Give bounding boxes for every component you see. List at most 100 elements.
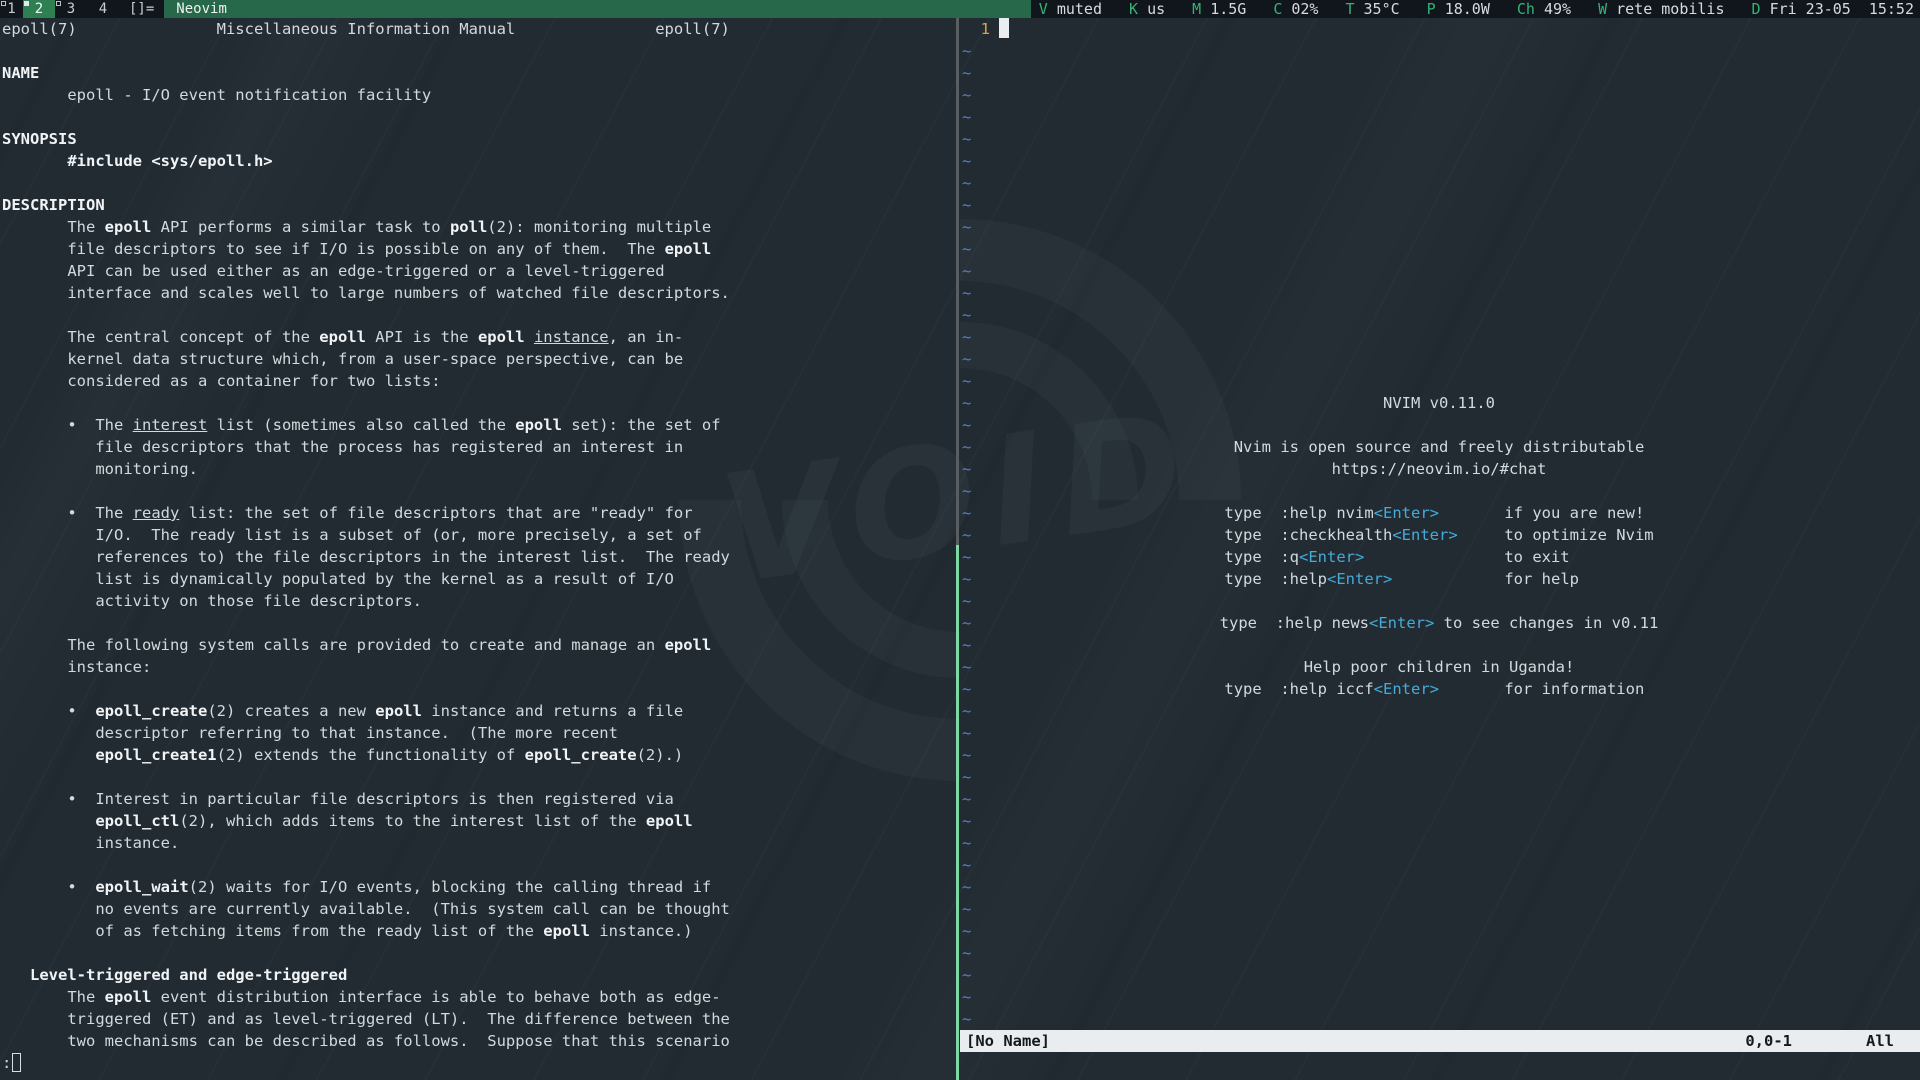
man-line: two mechanisms can be described as follo… <box>2 1030 956 1052</box>
pager-prompt[interactable]: : <box>2 1052 956 1074</box>
layout-symbol[interactable]: []= <box>119 0 164 18</box>
man-line: kernel data structure which, from a user… <box>2 348 956 370</box>
man-line: #include <sys/epoll.h> <box>2 150 956 172</box>
status-time: 15:52 <box>1869 0 1914 18</box>
cursor-position: 0,0-1 <box>1745 1030 1792 1052</box>
man-line: I/O. The ready list is a subset of (or, … <box>2 524 956 546</box>
man-line: SYNOPSIS <box>2 128 956 150</box>
empty-line-tilde: ~ <box>962 766 1920 788</box>
window-title: Neovim <box>164 0 1030 18</box>
man-line: • epoll_wait(2) waits for I/O events, bl… <box>2 876 956 898</box>
man-line: • epoll_create(2) creates a new epoll in… <box>2 700 956 722</box>
empty-line-tilde: ~ <box>962 480 1920 502</box>
empty-line-tilde: ~ <box>962 128 1920 150</box>
man-line: of as fetching items from the ready list… <box>2 920 956 942</box>
empty-line-tilde: ~ <box>962 964 1920 986</box>
tag-client-indicator <box>24 1 29 6</box>
window-border-gray <box>956 18 959 545</box>
window-border-green <box>956 545 959 1080</box>
status-P: P 18.0W <box>1427 0 1490 18</box>
empty-line-tilde: ~ <box>962 854 1920 876</box>
status-K: K us <box>1129 0 1165 18</box>
empty-line-tilde: ~ <box>962 304 1920 326</box>
man-line <box>2 854 956 876</box>
manpage-content: epoll(7) Miscellaneous Information Manua… <box>2 18 956 1074</box>
empty-line-tilde: ~ <box>962 106 1920 128</box>
status-C: C 02% <box>1273 0 1318 18</box>
man-line: The epoll API performs a similar task to… <box>2 216 956 238</box>
man-line: file descriptors to see if I/O is possib… <box>2 238 956 260</box>
empty-line-tilde: ~ <box>962 392 1920 414</box>
empty-line-tilde: ~ <box>962 700 1920 722</box>
man-line: epoll - I/O event notification facility <box>2 84 956 106</box>
man-line: NAME <box>2 62 956 84</box>
man-line <box>2 392 956 414</box>
workspace: epoll(7) Miscellaneous Information Manua… <box>0 18 1920 1080</box>
empty-line-tilde: ~ <box>962 986 1920 1008</box>
man-line: API can be used either as an edge-trigge… <box>2 260 956 282</box>
empty-line-tilde: ~ <box>962 546 1920 568</box>
empty-line-tilde: ~ <box>962 414 1920 436</box>
man-line: instance. <box>2 832 956 854</box>
man-line <box>2 678 956 700</box>
empty-line-tilde: ~ <box>962 260 1920 282</box>
empty-line-tilde: ~ <box>962 612 1920 634</box>
empty-line-tilde: ~ <box>962 326 1920 348</box>
status-bar: 1234 []= Neovim V mutedK usM 1.5GC 02%T … <box>0 0 1920 18</box>
man-line <box>2 942 956 964</box>
empty-line-tilde: ~ <box>962 216 1920 238</box>
tag-1[interactable]: 1 <box>0 0 23 18</box>
man-line: epoll(7) Miscellaneous Information Manua… <box>2 18 956 40</box>
man-line: • The ready list: the set of file descri… <box>2 502 956 524</box>
tag-4[interactable]: 4 <box>87 0 119 18</box>
man-line: • The interest list (sometimes also call… <box>2 414 956 436</box>
empty-line-tilde: ~ <box>962 62 1920 84</box>
man-line: list is dynamically populated by the ker… <box>2 568 956 590</box>
window-border[interactable] <box>956 18 959 1080</box>
empty-line-tilde: ~ <box>962 40 1920 62</box>
man-line: DESCRIPTION <box>2 194 956 216</box>
terminal-manpage-pane[interactable]: epoll(7) Miscellaneous Information Manua… <box>0 18 956 1080</box>
empty-line-tilde: ~ <box>962 1008 1920 1030</box>
desktop: VOID 1234 []= Neovim V mutedK usM 1.5GC … <box>0 0 1920 1080</box>
status-M: M 1.5G <box>1192 0 1246 18</box>
neovim-pane[interactable]: 1 ~~~~~~~~~~~~~~~~~~~~~~~~~~~~~~~~~~~~~~… <box>960 18 1920 1080</box>
man-line <box>2 480 956 502</box>
man-line: epoll_create1(2) extends the functionali… <box>2 744 956 766</box>
empty-line-tilde: ~ <box>962 722 1920 744</box>
status-Ch: Ch 49% <box>1517 0 1571 18</box>
neovim-statusline: [No Name] 0,0-1 All <box>960 1030 1920 1052</box>
empty-line-tilde: ~ <box>962 172 1920 194</box>
line-number: 1 <box>981 20 990 38</box>
empty-line-tilde: ~ <box>962 744 1920 766</box>
status-W: W rete mobilis <box>1598 0 1724 18</box>
man-line: The epoll event distribution interface i… <box>2 986 956 1008</box>
neovim-cmdline <box>962 1052 1920 1074</box>
buffer-name: [No Name] <box>966 1030 1050 1052</box>
empty-line-tilde: ~ <box>962 238 1920 260</box>
man-line: epoll_ctl(2), which adds items to the in… <box>2 810 956 832</box>
empty-line-tilde: ~ <box>962 876 1920 898</box>
man-line: triggered (ET) and as level-triggered (L… <box>2 1008 956 1030</box>
man-line <box>2 106 956 128</box>
empty-line-tilde: ~ <box>962 942 1920 964</box>
tag-client-indicator <box>1 1 6 6</box>
man-line <box>2 304 956 326</box>
empty-line-tilde: ~ <box>962 898 1920 920</box>
tag-2[interactable]: 2 <box>23 0 55 18</box>
empty-line-tilde: ~ <box>962 678 1920 700</box>
man-line: considered as a container for two lists: <box>2 370 956 392</box>
empty-line-tilde: ~ <box>962 568 1920 590</box>
empty-line-tilde: ~ <box>962 502 1920 524</box>
empty-line-tilde: ~ <box>962 832 1920 854</box>
nvim-cursor <box>999 18 1009 38</box>
empty-line-tilde: ~ <box>962 634 1920 656</box>
empty-line-tilde: ~ <box>962 656 1920 678</box>
tag-3[interactable]: 3 <box>55 0 87 18</box>
man-line: activity on those file descriptors. <box>2 590 956 612</box>
tag-list: 1234 <box>0 0 119 18</box>
neovim-buffer: 1 ~~~~~~~~~~~~~~~~~~~~~~~~~~~~~~~~~~~~~~… <box>962 18 1920 1030</box>
man-line: Level-triggered and edge-triggered <box>2 964 956 986</box>
man-line: The central concept of the epoll API is … <box>2 326 956 348</box>
nvim-line-1: 1 <box>962 18 1920 40</box>
